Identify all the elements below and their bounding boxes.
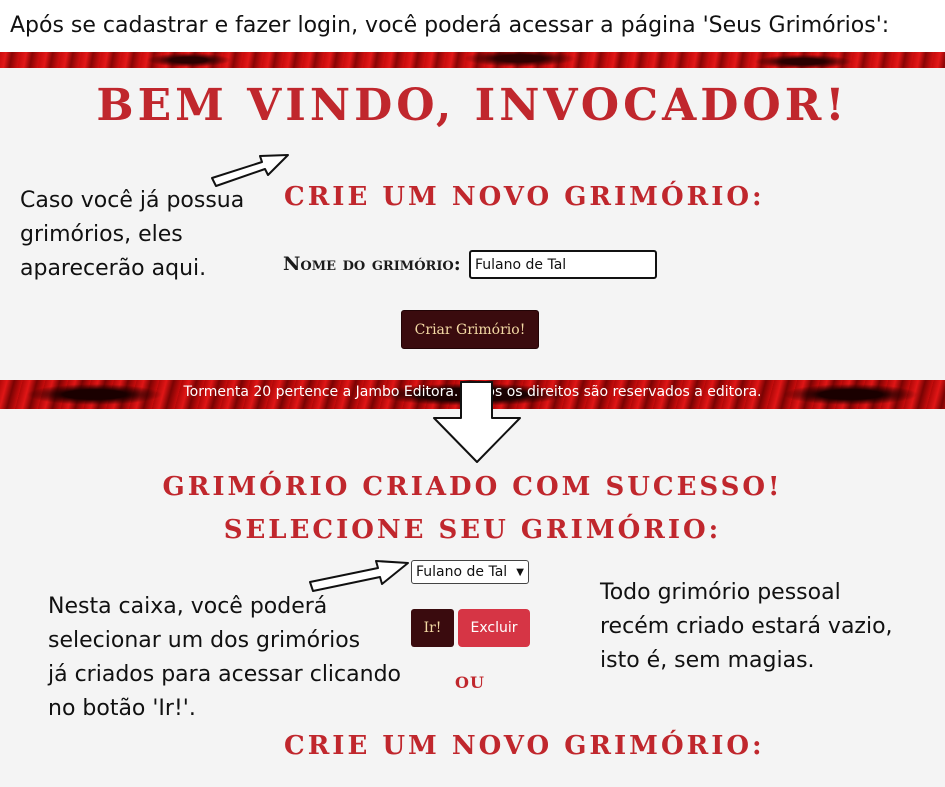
welcome-title: BEM VINDO, INVOCADOR! [96,80,849,131]
select-value: Fulano de Tal [416,564,508,580]
arrow-down-icon [433,381,521,463]
annotation-line: aparecerão aqui. [20,256,207,281]
chevron-down-icon: ▼ [516,566,524,578]
success-heading: GRIMÓRIO CRIADO COM SUCESSO! [162,472,783,502]
annotation-line: grimórios, eles [20,222,183,247]
annotation-empty-note: Todo grimório pessoal recém criado estar… [600,576,893,678]
name-label: Nome do grimório: [283,253,461,275]
grimoire-select[interactable]: Fulano de Tal ▼ [411,560,529,584]
annotation-line: Nesta caixa, você poderá [48,594,328,619]
annotation-line: Todo grimório pessoal [600,580,841,605]
annotation-line: Caso você já possua [20,188,245,213]
annotation-line: no botão 'Ir!'. [48,696,196,721]
annotation-select-help: Nesta caixa, você poderá selecionar um d… [48,590,401,726]
arrow-right-icon [309,560,409,592]
create-heading: CRIE UM NOVO GRIMÓRIO: [284,182,765,212]
top-caption: Após se cadastrar e fazer login, você po… [0,0,945,52]
create-grimoire-button[interactable]: Criar Grimório! [401,310,539,349]
annotation-line: recém criado estará vazio, [600,614,893,639]
grimoire-name-input[interactable] [469,250,657,279]
annotation-existing: Caso você já possua grimórios, eles apar… [20,184,244,286]
go-button[interactable]: Ir! [411,609,454,647]
or-separator: OU [455,673,485,692]
select-heading: SELECIONE SEU GRIMÓRIO: [223,515,722,545]
delete-button[interactable]: Excluir [458,609,530,647]
annotation-line: isto é, sem magias. [600,648,815,673]
annotation-line: já criados para acessar clicando [48,662,401,687]
create-heading-bottom: CRIE UM NOVO GRIMÓRIO: [284,731,765,761]
header-banner [0,52,945,68]
annotation-line: selecionar um dos grimórios [48,628,361,653]
